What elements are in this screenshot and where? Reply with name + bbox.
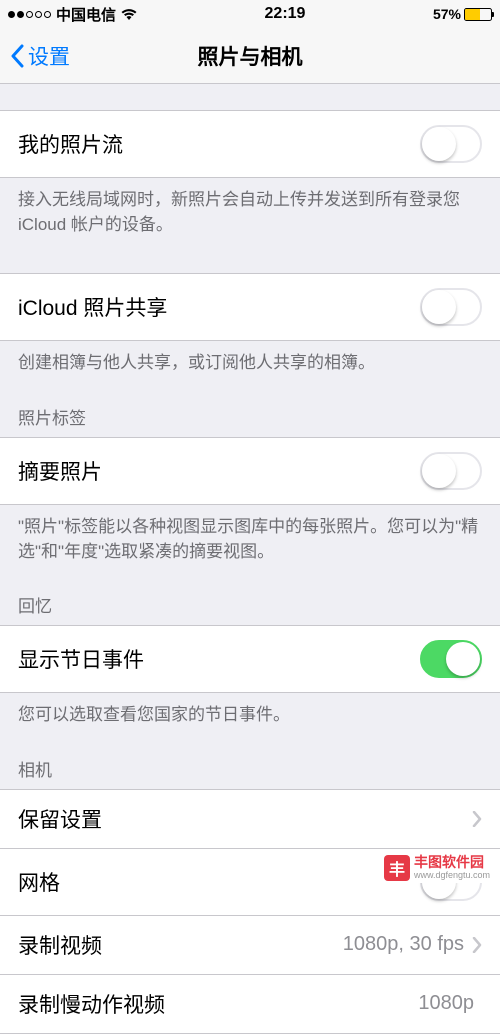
cell-label: 网格 [18,867,420,897]
holiday-footer: 您可以选取查看您国家的节日事件。 [0,693,500,738]
cell-detail: 1080p, 30 fps [343,933,464,956]
summary-photos-toggle[interactable] [420,452,482,490]
cell-label: iCloud 照片共享 [18,292,420,322]
photo-stream-footer: 接入无线局域网时，新照片会自动上传并发送到所有登录您 iCloud 帐户的设备。 [0,178,500,247]
nav-bar: 设置 照片与相机 [0,28,500,84]
status-bar: 中国电信 22:19 57% [0,0,500,28]
cell-label: 摘要照片 [18,456,420,486]
cell-label: 显示节日事件 [18,644,420,674]
show-holiday-toggle[interactable] [420,640,482,678]
watermark-logo-icon: 丰 [384,855,410,881]
cell-label: 保留设置 [18,804,472,834]
page-title: 照片与相机 [198,41,303,71]
watermark: 丰 丰图软件园 www.dgfengtu.com [380,853,494,883]
chevron-right-icon [472,811,482,827]
cell-label: 录制视频 [18,930,343,960]
back-label: 设置 [28,41,70,71]
carrier-label: 中国电信 [56,4,116,25]
photo-tag-header: 照片标签 [0,386,500,437]
camera-header: 相机 [0,738,500,789]
chevron-left-icon [10,44,24,68]
icloud-sharing-toggle[interactable] [420,288,482,326]
cell-detail: 1080p [418,992,474,1015]
my-photo-stream-row[interactable]: 我的照片流 [0,110,500,178]
memories-header: 回忆 [0,574,500,625]
cell-label: 我的照片流 [18,129,420,159]
chevron-right-icon [472,937,482,953]
status-left: 中国电信 [8,4,137,25]
icloud-sharing-row[interactable]: iCloud 照片共享 [0,273,500,341]
my-photo-stream-toggle[interactable] [420,125,482,163]
preserve-settings-row[interactable]: 保留设置 [0,789,500,849]
summary-footer: "照片"标签能以各种视图显示图库中的每张照片。您可以为"精选"和"年度"选取紧凑… [0,505,500,574]
wifi-icon [121,8,137,20]
record-slomo-row[interactable]: 录制慢动作视频 1080p [0,975,500,1034]
watermark-url: www.dgfengtu.com [414,871,490,881]
battery-percent: 57% [433,6,461,22]
signal-strength-icon [8,11,51,18]
status-time: 22:19 [265,5,306,23]
status-right: 57% [433,6,492,22]
record-video-row[interactable]: 录制视频 1080p, 30 fps [0,916,500,975]
show-holiday-row[interactable]: 显示节日事件 [0,625,500,693]
summary-photos-row[interactable]: 摘要照片 [0,437,500,505]
watermark-name: 丰图软件园 [414,855,490,870]
battery-icon [464,8,492,21]
back-button[interactable]: 设置 [0,41,70,71]
sharing-footer: 创建相簿与他人共享，或订阅他人共享的相簿。 [0,341,500,386]
cell-label: 录制慢动作视频 [18,989,418,1019]
